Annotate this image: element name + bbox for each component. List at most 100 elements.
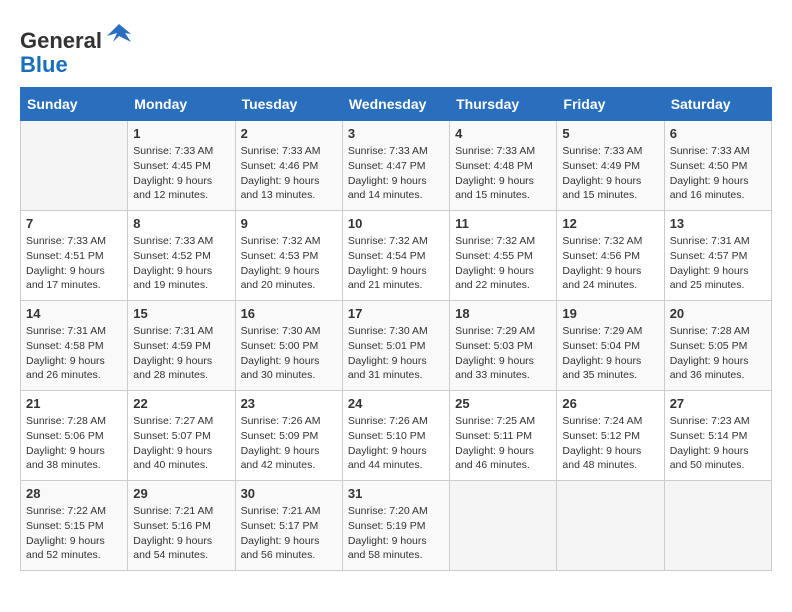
calendar-cell: 28 Sunrise: 7:22 AMSunset: 5:15 PMDayligh… bbox=[21, 481, 128, 571]
calendar-cell: 12 Sunrise: 7:32 AMSunset: 4:56 PMDayligh… bbox=[557, 211, 664, 301]
weekday-header: Friday bbox=[557, 88, 664, 121]
day-number: 12 bbox=[562, 216, 658, 231]
day-number: 8 bbox=[133, 216, 229, 231]
calendar-cell: 17 Sunrise: 7:30 AMSunset: 5:01 PMDayligh… bbox=[342, 301, 449, 391]
day-info: Sunrise: 7:32 AMSunset: 4:56 PMDaylight:… bbox=[562, 234, 658, 293]
day-info: Sunrise: 7:33 AMSunset: 4:47 PMDaylight:… bbox=[348, 144, 444, 203]
logo-blue: Blue bbox=[20, 52, 68, 77]
calendar-cell: 19 Sunrise: 7:29 AMSunset: 5:04 PMDayligh… bbox=[557, 301, 664, 391]
calendar-header: SundayMondayTuesdayWednesdayThursdayFrid… bbox=[21, 88, 772, 121]
calendar-cell: 1 Sunrise: 7:33 AMSunset: 4:45 PMDaylight… bbox=[128, 121, 235, 211]
day-info: Sunrise: 7:32 AMSunset: 4:55 PMDaylight:… bbox=[455, 234, 551, 293]
day-info: Sunrise: 7:22 AMSunset: 5:15 PMDaylight:… bbox=[26, 504, 122, 563]
day-number: 11 bbox=[455, 216, 551, 231]
day-info: Sunrise: 7:30 AMSunset: 5:00 PMDaylight:… bbox=[241, 324, 337, 383]
calendar-cell: 24Sunrise: 7:26 AMSunset: 5:10 PMDayligh… bbox=[342, 391, 449, 481]
weekday-header: Tuesday bbox=[235, 88, 342, 121]
day-info: Sunrise: 7:33 AMSunset: 4:51 PMDaylight:… bbox=[26, 234, 122, 293]
day-number: 15 bbox=[133, 306, 229, 321]
calendar-week-row: 14Sunrise: 7:31 AMSunset: 4:58 PMDayligh… bbox=[21, 301, 772, 391]
day-number: 6 bbox=[670, 126, 766, 141]
day-info: Sunrise: 7:21 AMSunset: 5:16 PMDaylight:… bbox=[133, 504, 229, 563]
calendar-cell: 6Sunrise: 7:33 AMSunset: 4:50 PMDaylight… bbox=[664, 121, 771, 211]
calendar-cell: 29 Sunrise: 7:21 AMSunset: 5:16 PMDayligh… bbox=[128, 481, 235, 571]
day-info: Sunrise: 7:26 AMSunset: 5:09 PMDaylight:… bbox=[241, 414, 337, 473]
day-number: 13 bbox=[670, 216, 766, 231]
calendar-table: SundayMondayTuesdayWednesdayThursdayFrid… bbox=[20, 87, 772, 571]
calendar-cell: 8 Sunrise: 7:33 AMSunset: 4:52 PMDaylight… bbox=[128, 211, 235, 301]
calendar-cell bbox=[664, 481, 771, 571]
calendar-cell: 11 Sunrise: 7:32 AMSunset: 4:55 PMDayligh… bbox=[450, 211, 557, 301]
day-number: 27 bbox=[670, 396, 766, 411]
day-info: Sunrise: 7:32 AMSunset: 4:53 PMDaylight:… bbox=[241, 234, 337, 293]
day-number: 1 bbox=[133, 126, 229, 141]
day-info: Sunrise: 7:31 AMSunset: 4:57 PMDaylight:… bbox=[670, 234, 766, 293]
day-number: 20 bbox=[670, 306, 766, 321]
calendar-week-row: 7 Sunrise: 7:33 AMSunset: 4:51 PMDaylight… bbox=[21, 211, 772, 301]
calendar-cell: 22Sunrise: 7:27 AMSunset: 5:07 PMDayligh… bbox=[128, 391, 235, 481]
day-number: 5 bbox=[562, 126, 658, 141]
day-info: Sunrise: 7:32 AMSunset: 4:54 PMDaylight:… bbox=[348, 234, 444, 293]
day-number: 17 bbox=[348, 306, 444, 321]
calendar-cell: 7 Sunrise: 7:33 AMSunset: 4:51 PMDaylight… bbox=[21, 211, 128, 301]
calendar-cell: 2 Sunrise: 7:33 AMSunset: 4:46 PMDaylight… bbox=[235, 121, 342, 211]
day-number: 28 bbox=[26, 486, 122, 501]
logo-general: General bbox=[20, 28, 102, 53]
calendar-cell: 21Sunrise: 7:28 AMSunset: 5:06 PMDayligh… bbox=[21, 391, 128, 481]
day-number: 4 bbox=[455, 126, 551, 141]
day-number: 2 bbox=[241, 126, 337, 141]
weekday-header: Thursday bbox=[450, 88, 557, 121]
day-number: 19 bbox=[562, 306, 658, 321]
day-number: 10 bbox=[348, 216, 444, 231]
calendar-cell: 10 Sunrise: 7:32 AMSunset: 4:54 PMDayligh… bbox=[342, 211, 449, 301]
calendar-cell: 18Sunrise: 7:29 AMSunset: 5:03 PMDayligh… bbox=[450, 301, 557, 391]
calendar-body: 1 Sunrise: 7:33 AMSunset: 4:45 PMDaylight… bbox=[21, 121, 772, 571]
calendar-cell bbox=[557, 481, 664, 571]
weekday-header: Sunday bbox=[21, 88, 128, 121]
weekday-row: SundayMondayTuesdayWednesdayThursdayFrid… bbox=[21, 88, 772, 121]
day-number: 26 bbox=[562, 396, 658, 411]
day-number: 7 bbox=[26, 216, 122, 231]
day-number: 23 bbox=[241, 396, 337, 411]
day-number: 31 bbox=[348, 486, 444, 501]
day-number: 3 bbox=[348, 126, 444, 141]
day-info: Sunrise: 7:24 AMSunset: 5:12 PMDaylight:… bbox=[562, 414, 658, 473]
day-number: 29 bbox=[133, 486, 229, 501]
day-info: Sunrise: 7:25 AMSunset: 5:11 PMDaylight:… bbox=[455, 414, 551, 473]
day-info: Sunrise: 7:30 AMSunset: 5:01 PMDaylight:… bbox=[348, 324, 444, 383]
day-number: 22 bbox=[133, 396, 229, 411]
logo-bird-icon bbox=[105, 20, 133, 48]
weekday-header: Wednesday bbox=[342, 88, 449, 121]
calendar-cell: 9 Sunrise: 7:32 AMSunset: 4:53 PMDaylight… bbox=[235, 211, 342, 301]
day-number: 24 bbox=[348, 396, 444, 411]
calendar-cell: 14Sunrise: 7:31 AMSunset: 4:58 PMDayligh… bbox=[21, 301, 128, 391]
calendar-cell: 3 Sunrise: 7:33 AMSunset: 4:47 PMDaylight… bbox=[342, 121, 449, 211]
day-info: Sunrise: 7:29 AMSunset: 5:04 PMDaylight:… bbox=[562, 324, 658, 383]
day-info: Sunrise: 7:33 AMSunset: 4:45 PMDaylight:… bbox=[133, 144, 229, 203]
logo: General Blue bbox=[20, 20, 133, 77]
calendar-week-row: 1 Sunrise: 7:33 AMSunset: 4:45 PMDaylight… bbox=[21, 121, 772, 211]
day-info: Sunrise: 7:33 AMSunset: 4:48 PMDaylight:… bbox=[455, 144, 551, 203]
day-number: 25 bbox=[455, 396, 551, 411]
calendar-cell: 5 Sunrise: 7:33 AMSunset: 4:49 PMDaylight… bbox=[557, 121, 664, 211]
calendar-cell: 4 Sunrise: 7:33 AMSunset: 4:48 PMDaylight… bbox=[450, 121, 557, 211]
day-number: 9 bbox=[241, 216, 337, 231]
calendar-cell: 15 Sunrise: 7:31 AMSunset: 4:59 PMDayligh… bbox=[128, 301, 235, 391]
calendar-cell: 31 Sunrise: 7:20 AMSunset: 5:19 PMDayligh… bbox=[342, 481, 449, 571]
day-info: Sunrise: 7:33 AMSunset: 4:46 PMDaylight:… bbox=[241, 144, 337, 203]
calendar-week-row: 21Sunrise: 7:28 AMSunset: 5:06 PMDayligh… bbox=[21, 391, 772, 481]
calendar-cell: 30Sunrise: 7:21 AMSunset: 5:17 PMDayligh… bbox=[235, 481, 342, 571]
day-number: 21 bbox=[26, 396, 122, 411]
weekday-header: Saturday bbox=[664, 88, 771, 121]
day-info: Sunrise: 7:31 AMSunset: 4:58 PMDaylight:… bbox=[26, 324, 122, 383]
day-number: 30 bbox=[241, 486, 337, 501]
calendar-cell: 13 Sunrise: 7:31 AMSunset: 4:57 PMDayligh… bbox=[664, 211, 771, 301]
day-number: 16 bbox=[241, 306, 337, 321]
day-info: Sunrise: 7:31 AMSunset: 4:59 PMDaylight:… bbox=[133, 324, 229, 383]
day-info: Sunrise: 7:20 AMSunset: 5:19 PMDaylight:… bbox=[348, 504, 444, 563]
calendar-cell: 23 Sunrise: 7:26 AMSunset: 5:09 PMDayligh… bbox=[235, 391, 342, 481]
day-info: Sunrise: 7:33 AMSunset: 4:49 PMDaylight:… bbox=[562, 144, 658, 203]
calendar-cell bbox=[450, 481, 557, 571]
day-info: Sunrise: 7:33 AMSunset: 4:52 PMDaylight:… bbox=[133, 234, 229, 293]
day-number: 18 bbox=[455, 306, 551, 321]
